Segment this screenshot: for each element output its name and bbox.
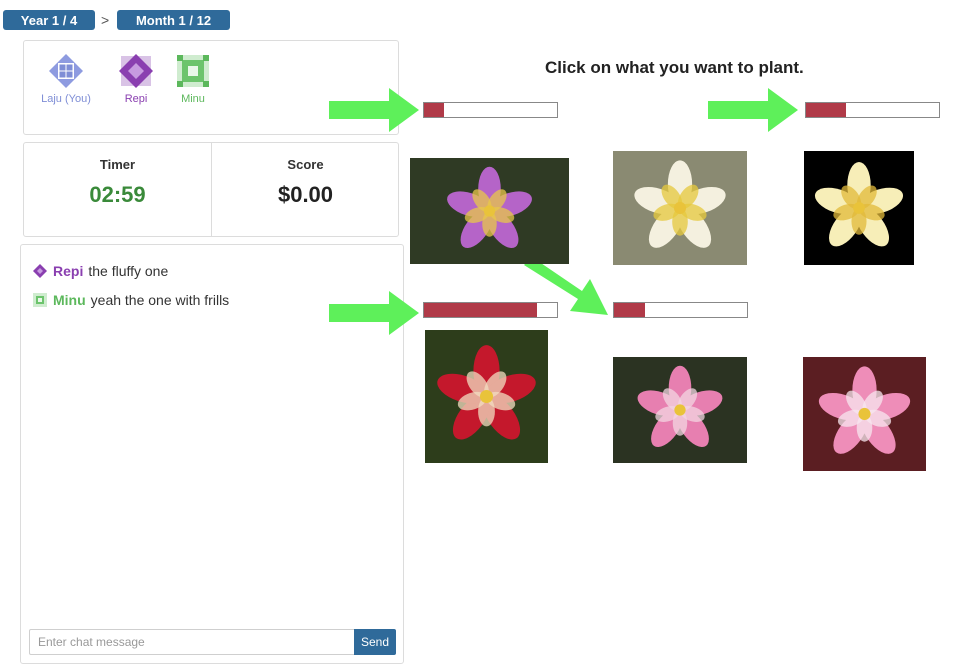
flower-image [613, 151, 747, 265]
arrow-right-icon [329, 88, 419, 132]
square-frill-icon [33, 293, 47, 307]
bar-fill [424, 303, 538, 317]
chat-sender: Minu [53, 292, 86, 308]
progress-bar [423, 102, 558, 118]
score-block: Score $0.00 [212, 143, 399, 236]
progress-bar [613, 302, 748, 318]
flower-image [425, 330, 548, 463]
flower-image [804, 151, 914, 265]
diamond-icon [33, 264, 47, 278]
year-breadcrumb: Year 1 / 4 [3, 10, 95, 30]
progress-bar [423, 302, 558, 318]
chat-text: the fluffy one [88, 263, 169, 279]
flower-image [410, 158, 569, 264]
timer-value: 02:59 [89, 182, 146, 207]
player-name: Repi [124, 93, 148, 105]
square-frill-icon [177, 55, 209, 87]
flower-image [803, 357, 926, 471]
arrow-right-icon [708, 88, 798, 132]
player-name: Laju (You) [41, 93, 91, 105]
flower-white-columbine[interactable] [613, 151, 747, 265]
timer-label: Timer [99, 157, 136, 172]
flower-image [613, 357, 747, 463]
chat-message: Minu yeah the one with frills [33, 292, 229, 308]
chat-message: Repi the fluffy one [33, 263, 168, 279]
progress-bar [805, 102, 940, 118]
flower-pink-columbine[interactable] [613, 357, 747, 463]
player-name: Minu [181, 93, 205, 105]
diamond-icon [119, 54, 153, 88]
bar-fill [424, 103, 444, 117]
timer-block: Timer 02:59 [24, 143, 211, 236]
score-value: $0.00 [277, 182, 334, 207]
flower-yellow-columbine[interactable] [804, 151, 914, 265]
player-laju: Laju (You) [34, 53, 98, 105]
grid-diamond-icon [49, 54, 83, 88]
send-button[interactable]: Send [354, 629, 396, 655]
month-breadcrumb: Month 1 / 12 [117, 10, 230, 30]
arrow-right-icon [329, 291, 419, 335]
player-repi: Repi [104, 53, 168, 105]
score-label: Score [287, 157, 324, 172]
stats-panel: Timer 02:59 Score $0.00 [23, 142, 399, 237]
instruction-text: Click on what you want to plant. [545, 58, 804, 77]
chevron-right-icon: > [101, 12, 110, 28]
player-minu: Minu [161, 53, 225, 105]
chat-text: yeah the one with frills [90, 292, 230, 308]
flower-purple-columbine[interactable] [410, 158, 569, 264]
flower-red-columbine[interactable] [425, 330, 548, 463]
chat-input[interactable] [29, 629, 355, 655]
chat-sender: Repi [53, 263, 84, 279]
flower-pinkred-columbine[interactable] [803, 357, 926, 471]
bar-fill [614, 303, 645, 317]
bar-fill [806, 103, 846, 117]
